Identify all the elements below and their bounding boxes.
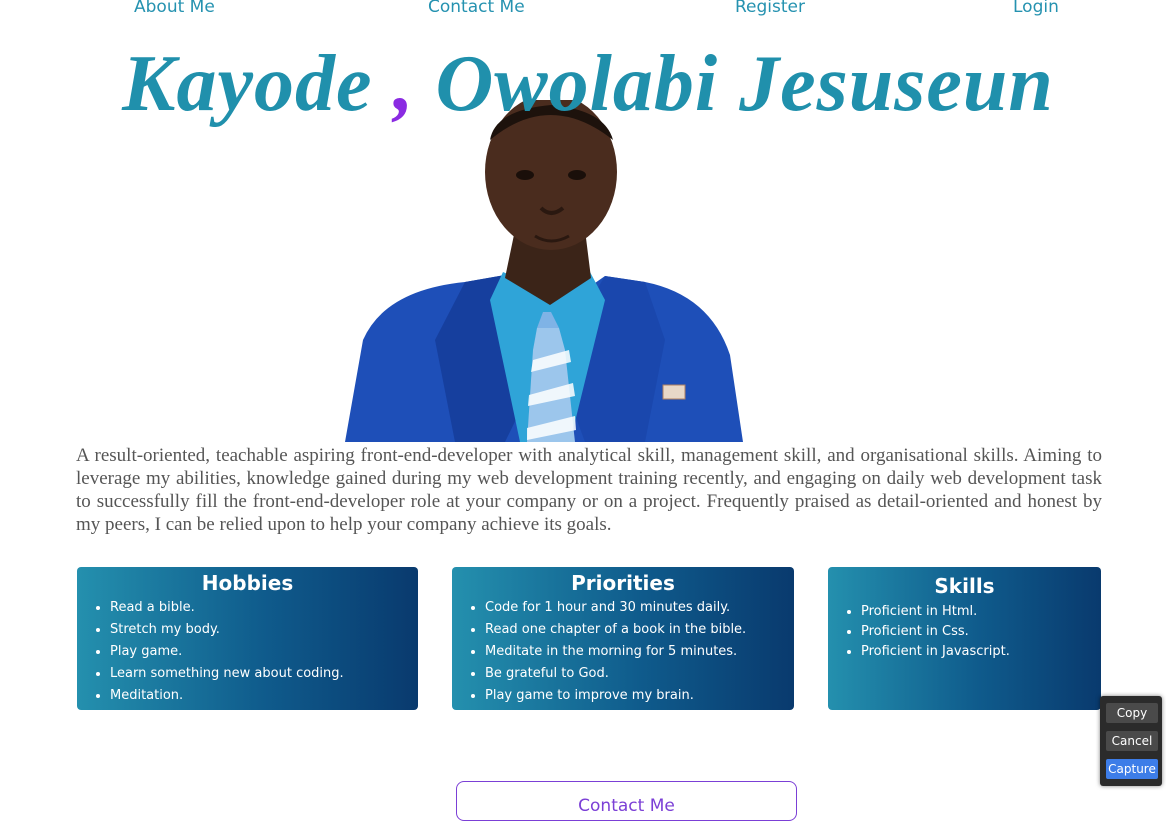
priorities-title: Priorities <box>571 571 675 595</box>
list-item: Learn something new about coding. <box>110 663 418 685</box>
person-photo-illustration <box>345 100 743 442</box>
nav-register-link[interactable]: Register <box>735 0 805 17</box>
list-item: Play game to improve my brain. <box>485 685 794 707</box>
bio-paragraph: A result-oriented, teachable aspiring fr… <box>76 445 1102 535</box>
list-item: Proficient in Javascript. <box>861 642 1101 662</box>
priorities-list: Code for 1 hour and 30 minutes daily. Re… <box>452 597 794 707</box>
nav-login-link[interactable]: Login <box>1013 0 1059 17</box>
list-item: Read one chapter of a book in the bible. <box>485 619 794 641</box>
skills-card: Skills Proficient in Html. Proficient in… <box>828 567 1101 710</box>
hobbies-card: Hobbies Read a bible. Stretch my body. P… <box>77 567 418 710</box>
skills-list: Proficient in Html. Proficient in Css. P… <box>828 602 1101 662</box>
hobbies-list: Read a bible. Stretch my body. Play game… <box>77 597 418 707</box>
list-item: Read a bible. <box>110 597 418 619</box>
profile-photo <box>345 100 743 442</box>
list-item: Meditate in the morning for 5 minutes. <box>485 641 794 663</box>
hobbies-title: Hobbies <box>201 571 294 595</box>
hero-title: Kayode , Owolabi Jesuseun <box>0 44 1166 124</box>
list-item: Meditation. <box>110 685 418 707</box>
list-item: Proficient in Css. <box>861 622 1101 642</box>
contact-me-button[interactable]: Contact Me <box>456 781 797 821</box>
skills-title: Skills <box>934 574 995 598</box>
hero-separator: , <box>393 40 415 128</box>
nav-contact-link[interactable]: Contact Me <box>428 0 525 17</box>
copy-button[interactable]: Copy <box>1106 703 1158 723</box>
capture-button[interactable]: Capture <box>1106 759 1158 779</box>
list-item: Code for 1 hour and 30 minutes daily. <box>485 597 794 619</box>
nav-about-link[interactable]: About Me <box>134 0 215 17</box>
list-item: Proficient in Html. <box>861 602 1101 622</box>
priorities-card: Priorities Code for 1 hour and 30 minute… <box>452 567 794 710</box>
hero-last-names: Owolabi Jesuseun <box>435 40 1054 128</box>
list-item: Stretch my body. <box>110 619 418 641</box>
hero-first-name: Kayode <box>122 40 373 128</box>
list-item: Play game. <box>110 641 418 663</box>
list-item: Be grateful to God. <box>485 663 794 685</box>
capture-context-menu: Copy Cancel Capture <box>1100 696 1162 786</box>
cancel-button[interactable]: Cancel <box>1106 731 1158 751</box>
